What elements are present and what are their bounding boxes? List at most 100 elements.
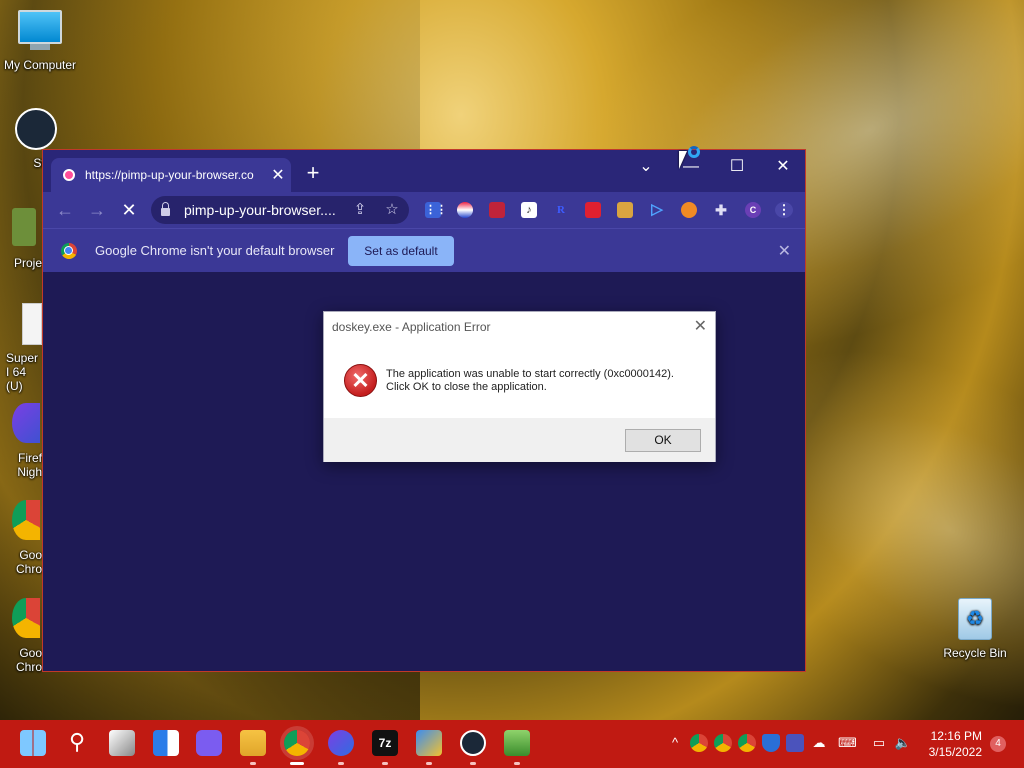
widgets-icon[interactable] (153, 730, 179, 756)
desktop-icon-label: Goo Chro (15, 646, 42, 674)
extension-doge-icon[interactable] (617, 202, 633, 218)
recycle-bin-icon: ♻ (953, 598, 997, 642)
extension-grid-icon[interactable]: ⋮⋮ (425, 202, 447, 218)
browser-toolbar: ← → ✕ pimp-up-your-browser.... ⇪ ☆ ⋮⋮ ♪ … (43, 192, 805, 228)
tray-chrome-icon[interactable] (714, 734, 732, 752)
chrome-icon (12, 598, 40, 642)
steam-taskbar-icon[interactable] (460, 730, 486, 756)
profile-avatar[interactable]: C (745, 202, 761, 218)
tray-chevron-icon[interactable]: ^ (666, 734, 684, 752)
desktop-icon-chrome-2[interactable]: Goo Chro (0, 598, 42, 674)
extension-mushroom-icon[interactable] (681, 202, 697, 218)
clock-date: 3/15/2022 (928, 745, 982, 759)
ok-button[interactable]: OK (625, 429, 701, 452)
project-icon (12, 208, 36, 252)
tab-close-button[interactable]: ✕ (265, 165, 291, 185)
tab-search-chevron-icon[interactable]: ⌄ (626, 154, 666, 180)
tray-chrome-icon[interactable] (690, 734, 708, 752)
stop-loading-button[interactable]: ✕ (117, 198, 141, 222)
dialog-message-line1: The application was unable to start corr… (386, 368, 674, 380)
dialog-footer: OK (324, 418, 715, 462)
minimize-button[interactable]: — (671, 154, 711, 180)
error-dialog: doskey.exe - Application Error ✕ ✕ The a… (323, 311, 716, 462)
chat-icon[interactable] (196, 730, 222, 756)
error-icon: ✕ (344, 364, 377, 397)
mouse-cursor-icon (679, 151, 687, 169)
taskbar: ⚲ 7z ^ ☁ ⌨ ▭ 🔈 12:16 PM 3/15/2022 4 (0, 720, 1024, 768)
tab-title: https://pimp-up-your-browser.co (85, 168, 254, 182)
active-indicator (290, 762, 304, 765)
dialog-message-line2: Click OK to close the application. (386, 381, 547, 393)
extension-play-icon[interactable]: ▷ (649, 202, 665, 218)
extension-card-icon[interactable] (585, 202, 601, 218)
tray-chrome-icon[interactable] (738, 734, 756, 752)
file-explorer-icon[interactable] (240, 730, 266, 756)
chrome-logo-icon (61, 243, 77, 259)
desktop-icon-my-computer[interactable]: My Computer (0, 10, 80, 72)
security-shield-icon[interactable] (762, 734, 780, 752)
infobar-close-icon[interactable]: ✕ (778, 241, 791, 261)
menu-kebab-icon[interactable]: ⋮ (775, 202, 793, 218)
dialog-close-button[interactable]: ✕ (694, 316, 707, 336)
desktop-icon-label: Firef Nigh (17, 451, 42, 479)
share-icon[interactable]: ⇪ (349, 198, 371, 222)
desktop-icon-label: My Computer (3, 58, 77, 72)
running-indicator (382, 762, 388, 765)
desktop-icon-chrome-1[interactable]: Goo Chro (0, 500, 42, 576)
monitor-icon (18, 10, 62, 54)
task-view-icon[interactable] (109, 730, 135, 756)
maximize-button[interactable]: ☐ (717, 154, 757, 180)
browser-tab[interactable]: https://pimp-up-your-browser.co ✕ (51, 158, 291, 192)
firefox-icon (12, 403, 40, 447)
app-taskbar-icon[interactable] (504, 730, 530, 756)
desktop-icon-super[interactable]: Super I 64 (U) (0, 303, 42, 393)
dialog-message: The application was unable to start corr… (386, 368, 674, 394)
desktop-icon-label: Proje (13, 256, 42, 270)
running-indicator (338, 762, 344, 765)
steam-icon (14, 108, 58, 152)
extension-r-icon[interactable]: R (553, 202, 569, 218)
address-text: pimp-up-your-browser.... (184, 202, 336, 218)
extension-music-icon[interactable]: ♪ (521, 202, 537, 218)
running-indicator (426, 762, 432, 765)
back-button[interactable]: ← (53, 198, 77, 222)
notification-badge[interactable]: 4 (990, 736, 1006, 752)
lock-icon (161, 202, 170, 216)
extension-flag-icon[interactable] (457, 202, 473, 218)
desktop-icon-label: Goo Chro (15, 548, 42, 576)
dialog-title: doskey.exe - Application Error (332, 320, 491, 334)
teams-icon[interactable] (786, 734, 804, 752)
chrome-icon (12, 500, 40, 544)
file-icon (22, 303, 42, 347)
set-as-default-button[interactable]: Set as default (348, 236, 454, 266)
keyboard-icon[interactable]: ⌨ (838, 734, 857, 752)
new-tab-button[interactable]: + (301, 162, 325, 184)
desktop-icon-label: Recycle Bin (943, 646, 1007, 660)
close-window-button[interactable]: ✕ (763, 154, 803, 180)
extensions-puzzle-icon[interactable]: ✚ (713, 202, 729, 218)
busy-spinner-icon (688, 146, 700, 158)
desktop-icon-recycle-bin[interactable]: ♻ Recycle Bin (935, 598, 1015, 660)
forward-button[interactable]: → (85, 198, 109, 222)
onedrive-cloud-icon[interactable]: ☁ (810, 734, 828, 752)
search-icon[interactable]: ⚲ (64, 730, 90, 756)
chrome-taskbar-icon[interactable] (284, 730, 310, 756)
volume-icon[interactable]: 🔈 (894, 734, 912, 752)
extension-photo-icon[interactable] (489, 202, 505, 218)
network-app-icon[interactable] (416, 730, 442, 756)
display-icon[interactable]: ▭ (870, 734, 888, 752)
desktop-icon-project[interactable]: Proje (0, 208, 42, 270)
bookmark-star-icon[interactable]: ☆ (381, 198, 403, 222)
running-indicator (514, 762, 520, 765)
desktop-icon-label: Super I 64 (U) (6, 351, 39, 393)
start-windows-icon[interactable] (20, 730, 46, 756)
desktop-icon-firefox-nightly[interactable]: Firef Nigh (0, 403, 42, 479)
firefox-taskbar-icon[interactable] (328, 730, 354, 756)
infobar-message: Google Chrome isn't your default browser (95, 243, 335, 258)
clock[interactable]: 12:16 PM 3/15/2022 (929, 728, 982, 760)
7zip-icon[interactable]: 7z (372, 730, 398, 756)
clock-time: 12:16 PM (930, 729, 982, 743)
running-indicator (250, 762, 256, 765)
default-browser-infobar: Google Chrome isn't your default browser… (43, 228, 805, 272)
favicon-icon (63, 169, 75, 181)
